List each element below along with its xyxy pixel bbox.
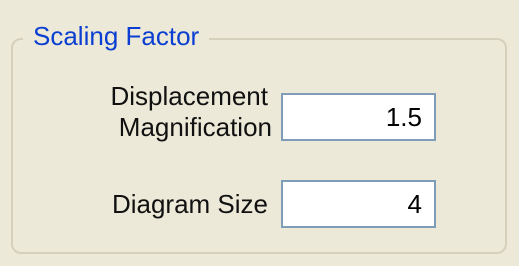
diagram-size-label: Diagram Size — [111, 189, 268, 219]
diagram-size-input[interactable] — [281, 180, 436, 228]
displacement-magnification-input[interactable] — [281, 93, 436, 141]
magnification-label-line2: Magnification — [118, 112, 272, 142]
displacement-label-line1: Displacement — [110, 81, 268, 111]
scaling-factor-title: Scaling Factor — [23, 18, 210, 54]
